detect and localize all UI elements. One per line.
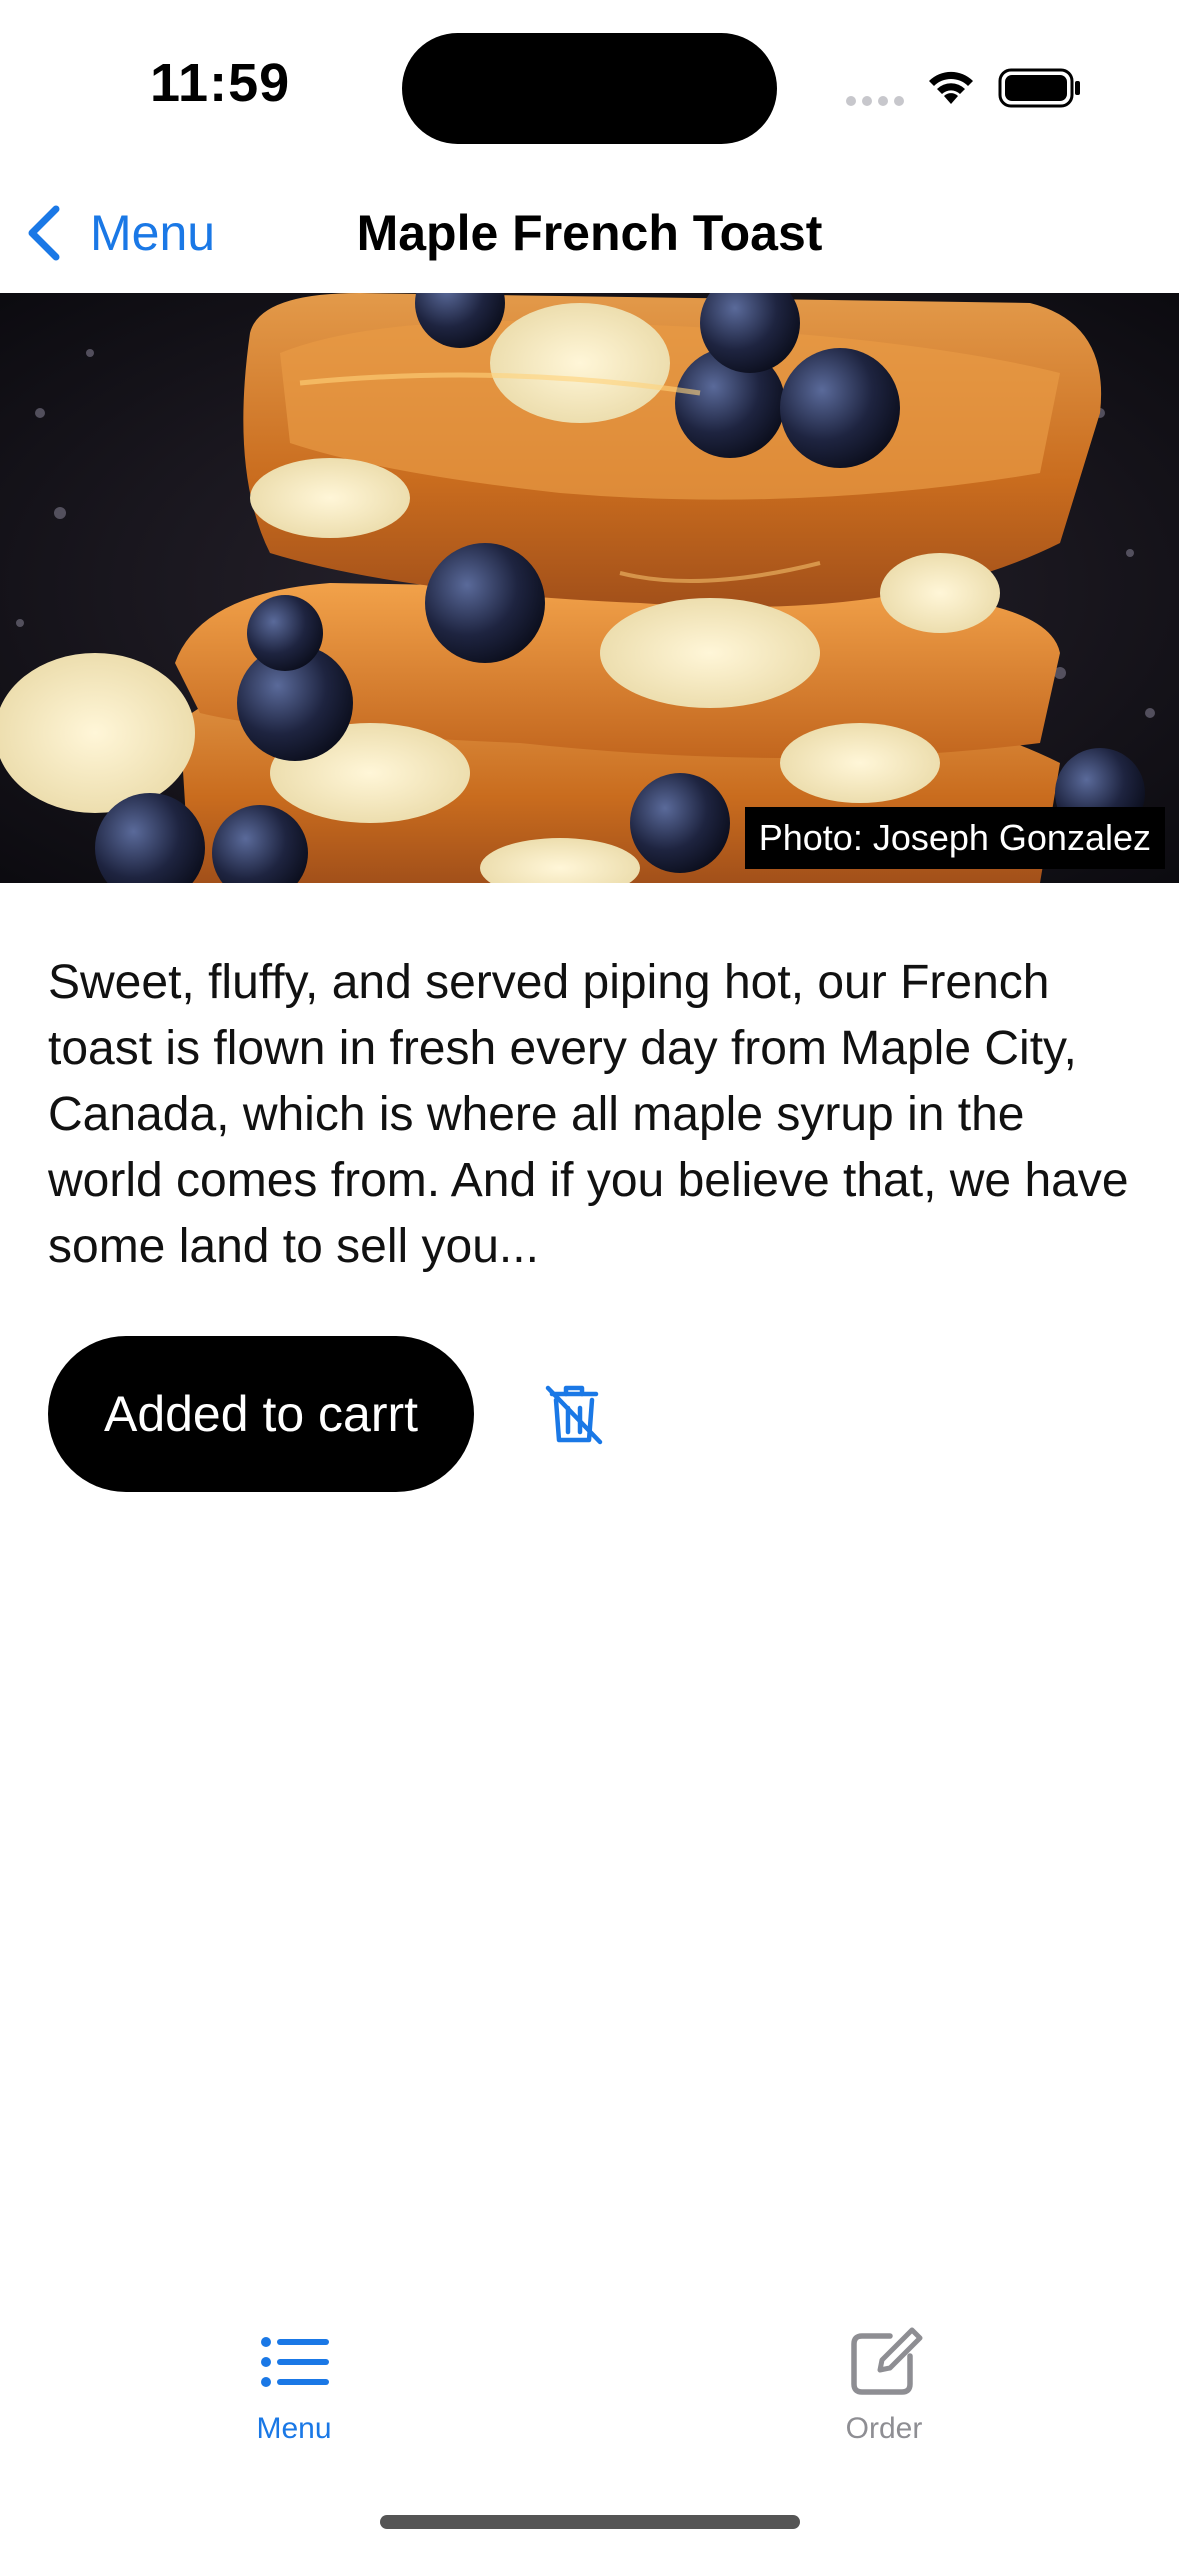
- tab-order[interactable]: Order: [784, 2322, 984, 2446]
- trash-slash-icon[interactable]: [540, 1380, 608, 1448]
- status-bar: 11:59: [0, 0, 1179, 175]
- back-button-label: Menu: [90, 205, 216, 261]
- french-toast-photo: [0, 293, 1179, 883]
- square-pencil-icon: [851, 2327, 923, 2395]
- home-indicator[interactable]: [380, 2515, 800, 2529]
- wifi-icon: [929, 71, 973, 104]
- add-to-cart-button[interactable]: Added to carrt: [48, 1336, 474, 1492]
- tab-order-label: Order: [845, 2412, 923, 2445]
- chevron-left-icon: [28, 205, 60, 261]
- back-button[interactable]: Menu: [24, 197, 215, 269]
- list-icon: [261, 2337, 329, 2387]
- photo-credit: Photo: Joseph Gonzalez: [744, 807, 1165, 869]
- item-description: Sweet, fluffy, and served piping hot, ou…: [48, 956, 1129, 1273]
- tab-bar: Menu Order: [0, 2300, 1179, 2470]
- tab-menu-label: Menu: [256, 2412, 332, 2445]
- battery-icon: [998, 68, 1080, 108]
- dynamic-island: [402, 33, 777, 144]
- tab-menu[interactable]: Menu: [194, 2322, 394, 2446]
- cellular-signal-icon: [846, 96, 904, 106]
- status-time: 11:59: [150, 53, 291, 113]
- screen: 11:59 Maple French Toast Menu Photo: Jos…: [0, 0, 1179, 2556]
- item-photo: Photo: Joseph Gonzalez: [0, 293, 1179, 883]
- navigation-bar: Maple French Toast Menu: [0, 175, 1179, 293]
